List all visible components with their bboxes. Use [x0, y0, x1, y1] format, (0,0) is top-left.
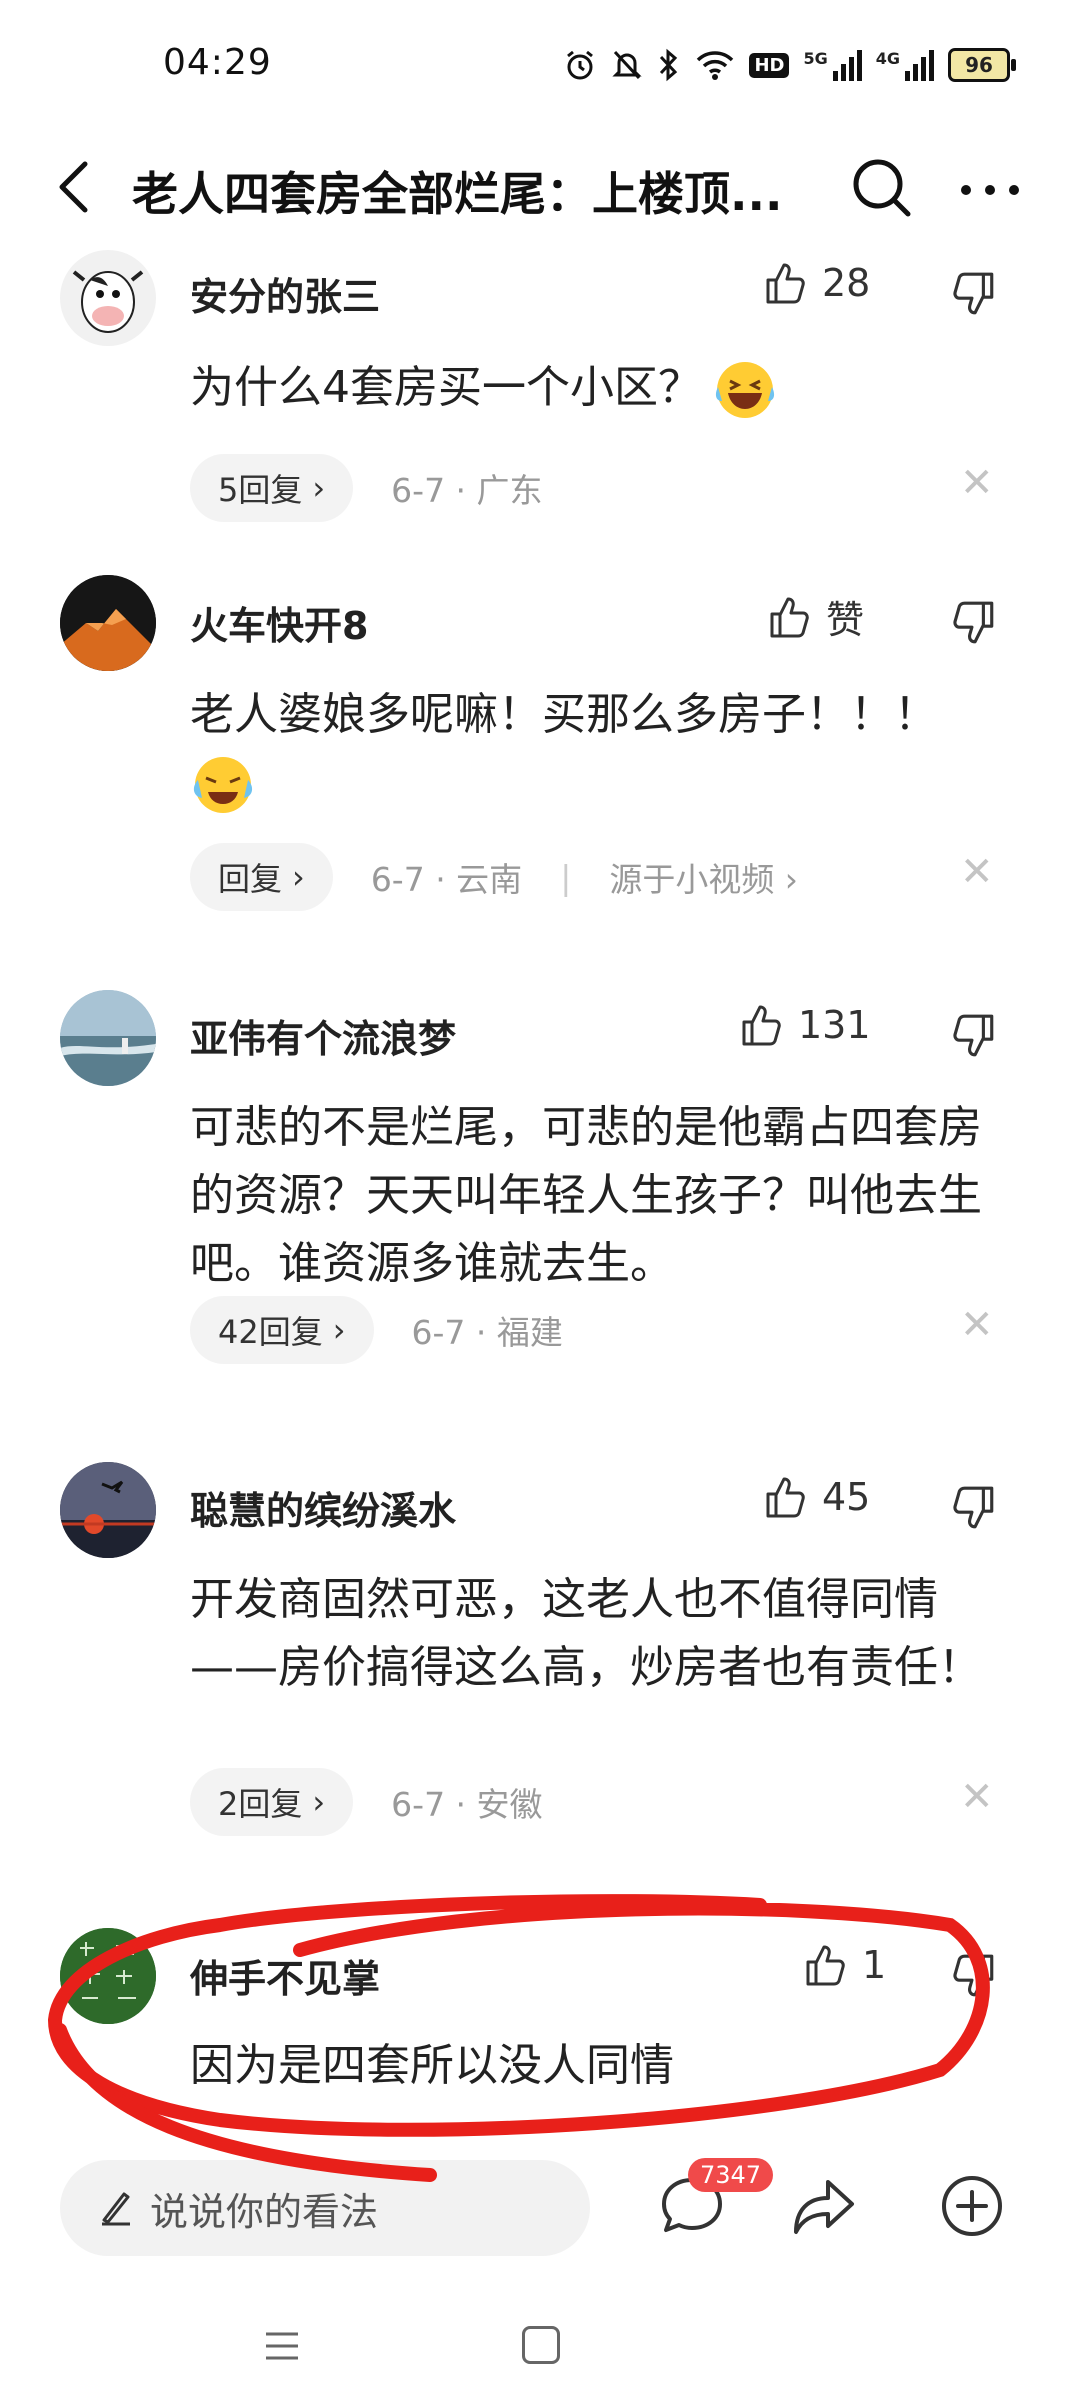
like-count: 45	[822, 1475, 871, 1519]
comment-count-badge: 7347	[688, 2158, 774, 2192]
hd-badge: HD	[749, 52, 790, 78]
comment-date-location: 6-7 · 福建	[411, 1313, 563, 1352]
like-button[interactable]: 45	[762, 1474, 870, 1520]
thumbs-down-icon[interactable]	[950, 1012, 998, 1060]
back-arrow-icon[interactable]	[40, 152, 110, 222]
like-button[interactable]: 1	[802, 1942, 886, 1988]
close-icon[interactable]: ✕	[960, 1774, 994, 1820]
comment-text: 因为是四套所以没人同情	[190, 2040, 674, 2091]
like-count: 28	[822, 261, 871, 305]
thumbs-up-icon	[806, 1945, 845, 1986]
search-icon[interactable]	[842, 148, 922, 228]
comment-text: 老人婆娘多呢嘛！买那么多房子！！！	[190, 681, 1000, 818]
thumbs-down-icon[interactable]	[950, 1952, 998, 2000]
avatar[interactable]	[60, 575, 156, 671]
thumbs-down-icon[interactable]	[950, 1484, 998, 1532]
battery-icon: 96	[948, 48, 1016, 82]
comment-username[interactable]: 伸手不见掌	[190, 1948, 380, 2003]
view-replies-button[interactable]: 5回复 ›	[190, 454, 354, 522]
signal-4g-icon: 4G	[876, 49, 934, 81]
comment-date-location: 6-7 · 云南	[370, 860, 523, 899]
status-bar: 04:29 HD 5G 4G 96	[0, 0, 1080, 130]
divider: |	[560, 857, 572, 897]
reply-button[interactable]: 回复 ›	[190, 843, 333, 911]
comment-text: 为什么4套房买一个小区？	[190, 354, 1000, 423]
mountain-avatar-icon	[60, 575, 156, 671]
thumbs-up-icon	[766, 263, 805, 304]
comment-meta: 5回复 › 6-7 · 广东	[190, 454, 543, 522]
avatar[interactable]	[60, 990, 156, 1086]
alarm-icon	[567, 50, 594, 80]
top-nav-bar: 老人四套房全部烂尾：上楼顶...	[0, 130, 1080, 250]
crying-laughing-emoji-icon	[193, 757, 253, 813]
share-icon[interactable]	[788, 2170, 860, 2242]
system-nav-bar	[0, 2290, 1080, 2400]
signal-5g-icon: 5G	[803, 49, 862, 81]
thumbs-up-icon	[766, 1477, 805, 1518]
comment-username[interactable]: 亚伟有个流浪梦	[190, 1008, 456, 1063]
status-icons: HD 5G 4G 96	[563, 44, 1016, 86]
thumbs-up-icon	[770, 597, 809, 637]
like-label: 赞	[826, 598, 865, 642]
thumbs-up-icon	[742, 1005, 781, 1046]
mute-bell-icon	[612, 50, 643, 80]
view-replies-button[interactable]: 2回复 ›	[190, 1768, 354, 1836]
close-icon[interactable]: ✕	[960, 460, 994, 506]
home-icon[interactable]	[522, 2326, 560, 2364]
like-button[interactable]: 131	[738, 1002, 871, 1048]
add-circle-icon[interactable]	[936, 2170, 1008, 2242]
sunset-avatar-icon	[60, 1462, 156, 1558]
comment-meta: 42回复 › 6-7 · 福建	[190, 1296, 563, 1364]
pen-icon	[102, 2192, 130, 2226]
laughing-tears-emoji-icon	[715, 362, 775, 418]
source-link[interactable]: 源于小视频 ›	[609, 853, 798, 901]
more-options-icon[interactable]	[950, 150, 1030, 230]
comment-meta: 回复 › 6-7 · 云南 | 源于小视频 ›	[190, 843, 798, 911]
avatar[interactable]	[60, 250, 156, 346]
close-icon[interactable]: ✕	[960, 849, 994, 895]
comment-username[interactable]: 安分的张三	[190, 266, 380, 321]
thumbs-down-icon[interactable]	[950, 270, 998, 318]
like-button[interactable]: 赞	[766, 589, 864, 644]
thumbs-down-icon[interactable]	[950, 599, 998, 647]
calligraphy-avatar-icon	[60, 1928, 156, 2024]
comment-text: 可悲的不是烂尾，可悲的是他霸占四套房的资源？天天叫年轻人生孩子？叫他去生吧。谁资…	[190, 1102, 982, 1289]
comment-username[interactable]: 聪慧的缤纷溪水	[190, 1480, 456, 1535]
comment-date-location: 6-7 · 安徽	[391, 1785, 543, 1824]
comment-text: 开发商固然可恶，这老人也不值得同情——房价搞得这么高，炒房者也有责任！	[190, 1574, 982, 1693]
comment-meta: 2回复 › 6-7 · 安徽	[190, 1768, 543, 1836]
comment-date-location: 6-7 · 广东	[391, 471, 543, 510]
close-icon[interactable]: ✕	[960, 1302, 994, 1348]
like-count: 1	[862, 1943, 887, 1987]
status-time: 04:29	[163, 42, 272, 83]
wifi-icon	[697, 51, 734, 80]
like-count: 131	[798, 1003, 871, 1047]
menu-icon[interactable]	[262, 2328, 302, 2364]
bluetooth-icon	[660, 48, 678, 82]
comment-input-bar: 说说你的看法 7347	[0, 2150, 1080, 2260]
comment-username[interactable]: 火车快开8	[190, 595, 368, 650]
like-button[interactable]: 28	[762, 260, 870, 306]
comment-input[interactable]: 说说你的看法	[60, 2160, 590, 2256]
avatar[interactable]	[60, 1462, 156, 1558]
beach-avatar-icon	[60, 990, 156, 1086]
page-title: 老人四套房全部烂尾：上楼顶...	[132, 167, 783, 221]
cow-avatar-icon	[72, 270, 144, 333]
view-replies-button[interactable]: 42回复 ›	[190, 1296, 374, 1364]
avatar[interactable]	[60, 1928, 156, 2024]
comment-input-placeholder: 说说你的看法	[150, 2189, 379, 2234]
